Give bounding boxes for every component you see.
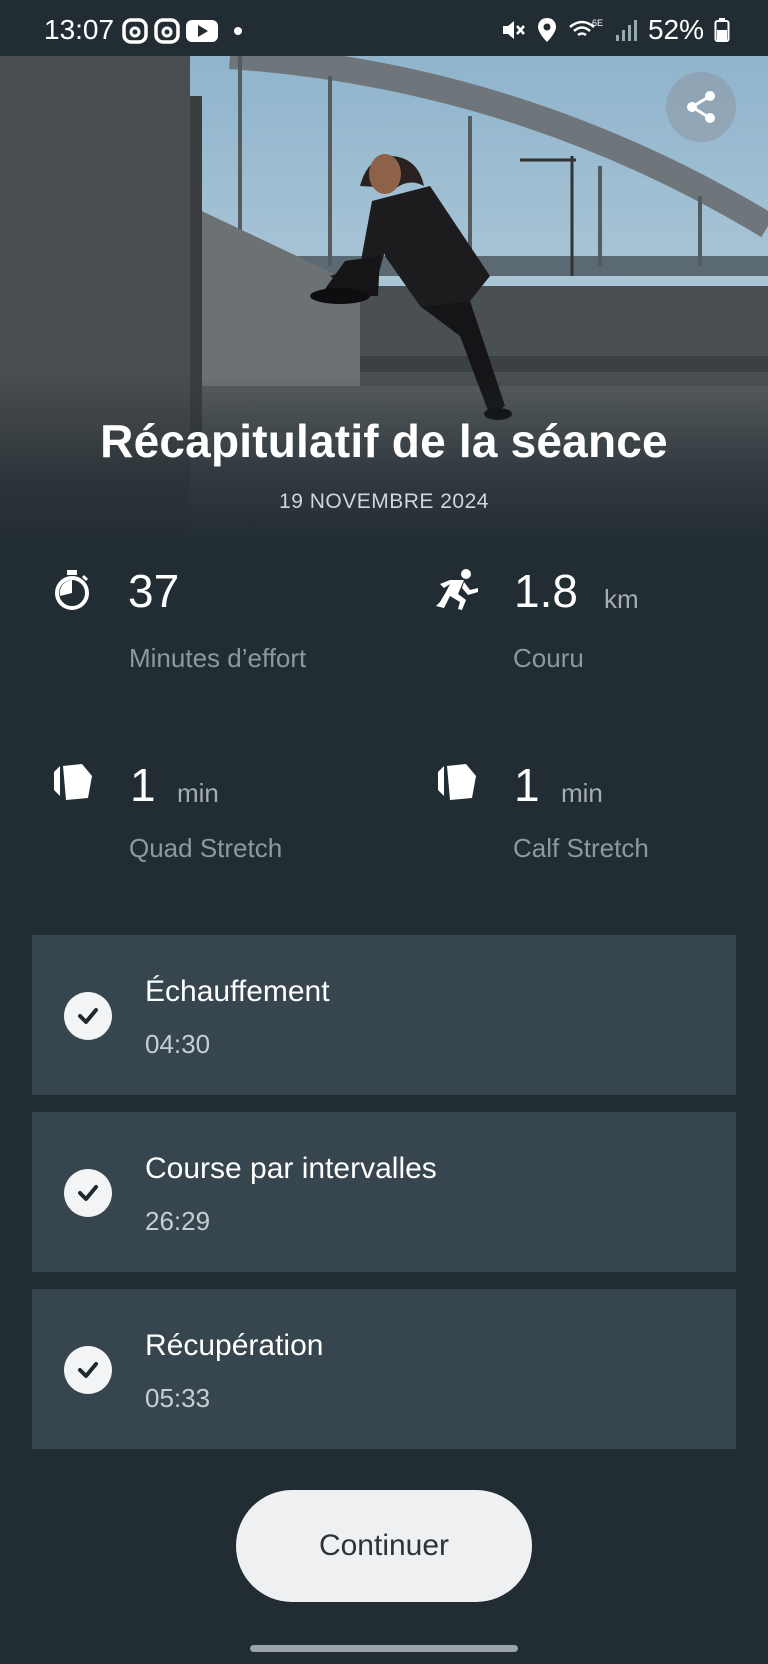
calf-stretch-label: Calf Stretch — [513, 833, 649, 863]
phase-name: Échauffement — [145, 975, 330, 1008]
hero-banner: Récapitulatif de la séance 19 NOVEMBRE 2… — [0, 56, 768, 546]
phase-name: Course par intervalles — [145, 1152, 437, 1185]
phase-time: 05:33 — [145, 1383, 211, 1413]
mute-icon — [502, 21, 525, 39]
share-icon — [687, 91, 715, 123]
signal-icon — [615, 20, 637, 41]
phase-name: Récupération — [145, 1329, 324, 1362]
share-button[interactable] — [666, 72, 736, 142]
quad-stretch-label: Quad Stretch — [129, 833, 283, 863]
phase-time: 26:29 — [145, 1206, 211, 1236]
quad-stretch-value: 1 — [130, 759, 156, 811]
dot-icon — [234, 27, 242, 35]
runner-icon — [436, 569, 478, 610]
distance-value: 1.8 — [514, 565, 578, 617]
stretch-icon — [54, 764, 92, 800]
battery-percent: 52% — [647, 14, 704, 45]
quad-stretch-unit: min — [177, 778, 219, 808]
phase-card-intervals[interactable]: Course par intervalles 26:29 — [32, 1112, 736, 1272]
status-bar: 13:07 6E 52% — [0, 0, 768, 56]
check-icon — [64, 1346, 112, 1394]
check-icon — [64, 1169, 112, 1217]
calf-stretch-unit: min — [561, 778, 603, 808]
distance-label: Couru — [513, 643, 584, 673]
threads-icon — [122, 18, 148, 44]
youtube-icon — [186, 20, 218, 42]
location-icon — [537, 18, 556, 42]
status-time: 13:07 — [44, 14, 115, 45]
svg-text:6E: 6E — [592, 18, 603, 28]
session-date: 19 NOVEMBRE 2024 — [279, 490, 489, 513]
calf-stretch-value: 1 — [514, 759, 540, 811]
phase-time: 04:30 — [145, 1029, 211, 1059]
distance-unit: km — [604, 584, 639, 614]
threads-icon — [154, 18, 180, 44]
phase-card-cooldown[interactable]: Récupération 05:33 — [32, 1289, 736, 1449]
continue-button[interactable]: Continuer — [236, 1490, 532, 1602]
stopwatch-icon — [55, 570, 89, 610]
page-title: Récapitulatif de la séance — [100, 415, 668, 467]
phase-card-warmup[interactable]: Échauffement 04:30 — [32, 935, 736, 1095]
effort-minutes-value: 37 — [128, 565, 180, 617]
check-icon — [64, 992, 112, 1040]
wifi-6e-icon: 6E — [569, 18, 603, 37]
home-indicator[interactable] — [250, 1645, 518, 1652]
stretch-icon — [438, 764, 476, 800]
battery-icon — [714, 18, 730, 42]
effort-minutes-label: Minutes d’effort — [129, 643, 307, 673]
